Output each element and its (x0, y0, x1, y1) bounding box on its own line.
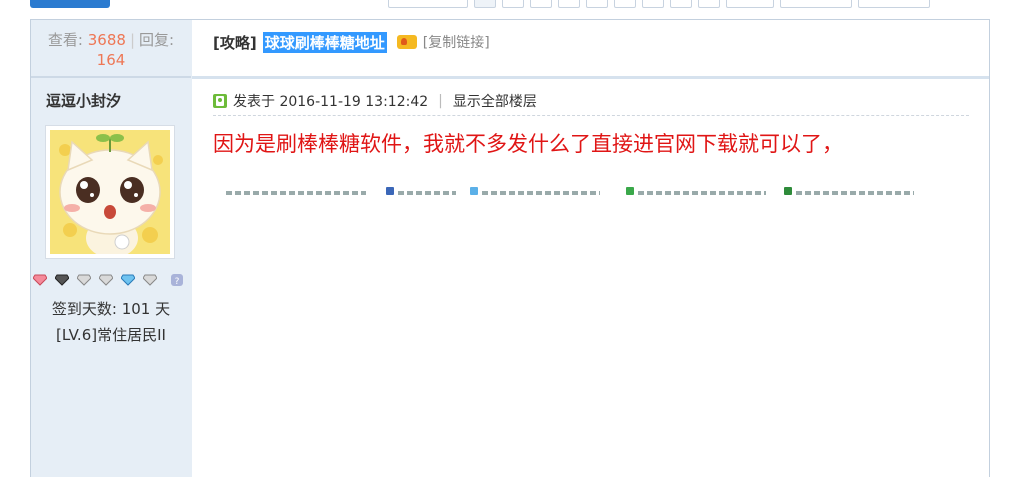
replies-count: 164 (96, 51, 126, 69)
post-meta: 发表于 2016-11-19 13:12:42 | 显示全部楼层 (213, 91, 537, 111)
pager-page[interactable] (558, 0, 580, 8)
signin-days: 签到天数: 101 天 (51, 300, 171, 318)
pager-page[interactable] (586, 0, 608, 8)
post-content: 因为是刷棒棒糖软件，我就不多发什么了直接进官网下载就可以了， (213, 132, 843, 156)
views-count: 3688 (87, 31, 126, 49)
related-link[interactable] (226, 186, 366, 196)
pager-page[interactable] (698, 0, 720, 8)
show-all-floors-link[interactable]: 显示全部楼层 (453, 91, 537, 111)
pager-page[interactable] (502, 0, 524, 8)
related-link[interactable] (626, 186, 766, 196)
replies-label: 回复: (139, 31, 175, 49)
thread-title-row: [攻略] 球球刷棒棒糖地址 [复制链接] (213, 31, 490, 53)
thread-stats: 查看: 3688 | 回复: 164 (31, 30, 191, 70)
post-author-icon (213, 94, 227, 108)
pager-page[interactable] (642, 0, 664, 8)
stats-separator: | (129, 31, 136, 49)
copy-link-button[interactable]: [复制链接] (423, 32, 490, 52)
medal-row: ? (33, 274, 183, 286)
dark-gem-icon[interactable] (55, 274, 69, 286)
heart-gem-icon[interactable] (33, 274, 47, 286)
meta-divider (213, 115, 969, 116)
pager-page[interactable] (530, 0, 552, 8)
avatar-cat-image (50, 130, 170, 254)
pager-next[interactable] (726, 0, 774, 8)
blue-gem-icon[interactable] (121, 274, 135, 286)
views-label: 查看: (47, 31, 83, 49)
thread-category[interactable]: [攻略] (213, 32, 257, 53)
pager-page[interactable] (614, 0, 636, 8)
pager-last[interactable] (858, 0, 930, 8)
help-icon[interactable]: ? (171, 274, 183, 286)
related-link[interactable] (784, 186, 914, 196)
avatar[interactable] (45, 125, 175, 259)
author-name[interactable]: 逗逗小封汐 (46, 90, 121, 111)
pager-jump[interactable] (780, 0, 852, 8)
top-action-button[interactable] (30, 0, 110, 8)
post-body (192, 20, 990, 477)
related-link[interactable] (386, 186, 456, 196)
post-date: 发表于 2016-11-19 13:12:42 (233, 94, 429, 110)
gem-icon[interactable] (99, 274, 113, 286)
gem-icon[interactable] (77, 274, 91, 286)
svg-text:?: ? (175, 277, 180, 286)
user-rank[interactable]: [LV.6]常住居民II (31, 324, 191, 346)
pager-page[interactable] (670, 0, 692, 8)
pagination (388, 0, 936, 8)
sidebar-divider (31, 76, 191, 78)
hot-flame-icon (396, 35, 417, 49)
meta-separator: | (438, 93, 443, 109)
pager-prev[interactable] (388, 0, 468, 8)
thread-title[interactable]: 球球刷棒棒糖地址 (262, 31, 387, 53)
header-divider (192, 76, 989, 79)
related-link[interactable] (470, 186, 600, 196)
gem-icon[interactable] (143, 274, 157, 286)
related-links-strip (226, 186, 916, 196)
pager-page[interactable] (474, 0, 496, 8)
